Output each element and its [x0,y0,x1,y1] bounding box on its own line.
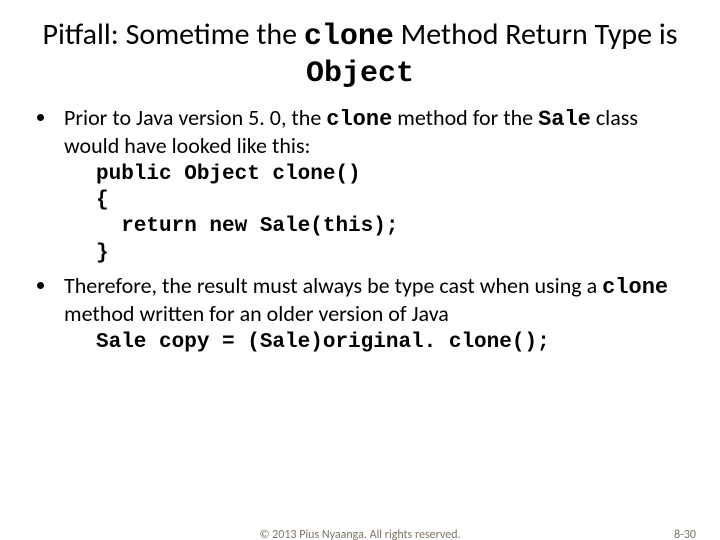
title-code-1: clone [304,20,394,54]
bullet-item-2: Therefore, the result must always be typ… [58,273,690,356]
b1-code-2: Sale [538,107,591,132]
title-text-1: Pitfall: Sometime the [42,16,303,53]
title-code-2: Object [306,57,414,91]
code-block-2: Sale copy = (Sale)original. clone(); [96,330,690,356]
bullet-item-1: Prior to Java version 5. 0, the clone me… [58,105,690,267]
title-text-2: Method Return Type is [394,16,678,53]
slide-body: Prior to Java version 5. 0, the clone me… [0,97,720,356]
b2-text-2: method written for an older version of J… [64,300,449,327]
code-block-1: public Object clone() { return new Sale(… [96,162,690,267]
footer-page-number: 8-30 [674,528,696,540]
bullet-list: Prior to Java version 5. 0, the clone me… [30,105,690,356]
b1-code-1: clone [326,107,392,132]
footer-copyright: © 2013 Pius Nyaanga. All rights reserved… [0,528,720,540]
b2-code-1: clone [602,275,668,300]
b2-text-1: Therefore, the result must always be typ… [64,272,602,299]
b1-text-2: method for the [392,104,538,131]
slide-title: Pitfall: Sometime the clone Method Retur… [0,0,720,97]
slide: Pitfall: Sometime the clone Method Retur… [0,0,720,540]
b1-text-1: Prior to Java version 5. 0, the [64,104,326,131]
